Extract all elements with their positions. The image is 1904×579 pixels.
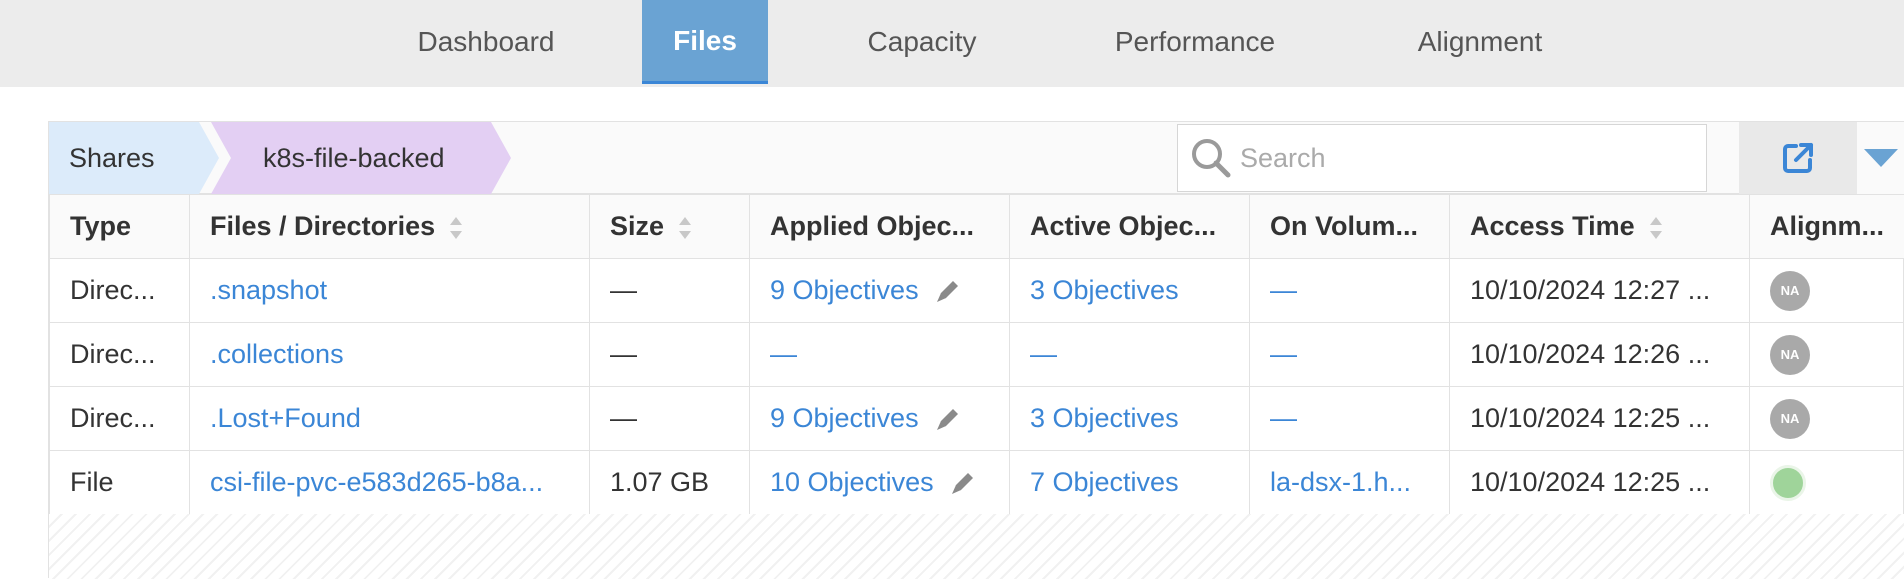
search-icon <box>1188 135 1234 181</box>
tab-files[interactable]: Files <box>642 0 768 84</box>
column-header-on-volume[interactable]: On Volum... <box>1250 195 1450 259</box>
tab-capacity[interactable]: Capacity <box>812 0 1032 84</box>
cell-access-time: 10/10/2024 12:25 ... <box>1450 451 1750 515</box>
toolbar: Shares k8s-file-backed <box>49 122 1904 194</box>
cell-access-time: 10/10/2024 12:25 ... <box>1450 387 1750 451</box>
applied-objectives-link[interactable]: 10 Objectives <box>770 467 934 497</box>
applied-objectives-link[interactable]: 9 Objectives <box>770 403 919 433</box>
empty-area <box>49 514 1904 579</box>
column-header-applied-objectives[interactable]: Applied Objec... <box>750 195 1010 259</box>
column-header-label: Access Time <box>1470 211 1635 241</box>
search-box[interactable] <box>1177 124 1707 192</box>
table-header-row: Type Files / Directories Size Applied Ob… <box>50 195 1904 259</box>
cell-active-objectives[interactable]: 7 Objectives <box>1010 451 1250 515</box>
top-nav: Dashboard Files Capacity Performance Ali… <box>0 0 1904 87</box>
cell-access-time: 10/10/2024 12:27 ... <box>1450 259 1750 323</box>
table-row[interactable]: Direc... .Lost+Found — 9 Objectives 3 Ob… <box>50 387 1904 451</box>
files-panel: Shares k8s-file-backed <box>48 121 1904 578</box>
cell-name[interactable]: .Lost+Found <box>190 387 590 451</box>
cell-type: File <box>50 451 190 515</box>
column-header-active-objectives[interactable]: Active Objec... <box>1010 195 1250 259</box>
cell-volume[interactable]: — <box>1250 323 1450 387</box>
cell-applied-objectives: 9 Objectives <box>750 387 1010 451</box>
export-button[interactable] <box>1739 122 1857 194</box>
breadcrumb-k8s-file-backed[interactable]: k8s-file-backed <box>211 122 511 194</box>
cell-type: Direc... <box>50 387 190 451</box>
alignment-na-badge: NA <box>1770 335 1810 375</box>
sort-icon[interactable] <box>449 216 463 240</box>
column-header-files[interactable]: Files / Directories <box>190 195 590 259</box>
breadcrumb-shares[interactable]: Shares <box>49 122 219 194</box>
column-header-label: Size <box>610 211 664 241</box>
tab-performance[interactable]: Performance <box>1090 0 1300 84</box>
table-row[interactable]: Direc... .snapshot — 9 Objectives 3 Obje… <box>50 259 1904 323</box>
cell-applied-objectives: 10 Objectives <box>750 451 1010 515</box>
cell-name[interactable]: .collections <box>190 323 590 387</box>
cell-applied-objectives[interactable]: — <box>750 323 1010 387</box>
column-header-access-time[interactable]: Access Time <box>1450 195 1750 259</box>
tab-alignment[interactable]: Alignment <box>1380 0 1580 84</box>
cell-volume[interactable]: — <box>1250 259 1450 323</box>
alignment-ok-icon <box>1770 465 1806 501</box>
column-header-alignment[interactable]: Alignm... <box>1750 195 1904 259</box>
cell-type: Direc... <box>50 323 190 387</box>
sort-icon[interactable] <box>678 216 692 240</box>
cell-applied-objectives: 9 Objectives <box>750 259 1010 323</box>
tab-dashboard[interactable]: Dashboard <box>368 0 604 84</box>
cell-access-time: 10/10/2024 12:26 ... <box>1450 323 1750 387</box>
alignment-na-badge: NA <box>1770 271 1810 311</box>
table-row[interactable]: File csi-file-pvc-e583d265-b8a... 1.07 G… <box>50 451 1904 515</box>
cell-name[interactable]: csi-file-pvc-e583d265-b8a... <box>190 451 590 515</box>
pencil-icon[interactable] <box>933 276 963 306</box>
cell-alignment: NA <box>1750 387 1904 451</box>
column-header-type[interactable]: Type <box>50 195 190 259</box>
cell-alignment: NA <box>1750 323 1904 387</box>
dropdown-button[interactable] <box>1857 122 1904 194</box>
cell-size: — <box>590 323 750 387</box>
cell-size: — <box>590 259 750 323</box>
cell-active-objectives[interactable]: 3 Objectives <box>1010 387 1250 451</box>
column-header-label: Files / Directories <box>210 211 435 241</box>
cell-name[interactable]: .snapshot <box>190 259 590 323</box>
cell-volume[interactable]: — <box>1250 387 1450 451</box>
cell-active-objectives[interactable]: 3 Objectives <box>1010 259 1250 323</box>
table-row[interactable]: Direc... .collections — — — — 10/10/2024… <box>50 323 1904 387</box>
column-header-size[interactable]: Size <box>590 195 750 259</box>
applied-objectives-link[interactable]: 9 Objectives <box>770 275 919 305</box>
sort-icon[interactable] <box>1649 216 1663 240</box>
cell-volume[interactable]: la-dsx-1.h... <box>1250 451 1450 515</box>
caret-down-icon <box>1862 147 1900 169</box>
cell-alignment <box>1750 451 1904 515</box>
pencil-icon[interactable] <box>933 404 963 434</box>
files-table: Type Files / Directories Size Applied Ob… <box>49 194 1904 515</box>
cell-size: — <box>590 387 750 451</box>
cell-size: 1.07 GB <box>590 451 750 515</box>
search-input[interactable] <box>1240 143 1680 174</box>
cell-type: Direc... <box>50 259 190 323</box>
pencil-icon[interactable] <box>948 468 978 498</box>
cell-alignment: NA <box>1750 259 1904 323</box>
external-link-icon <box>1780 140 1816 176</box>
alignment-na-badge: NA <box>1770 399 1810 439</box>
cell-active-objectives[interactable]: — <box>1010 323 1250 387</box>
